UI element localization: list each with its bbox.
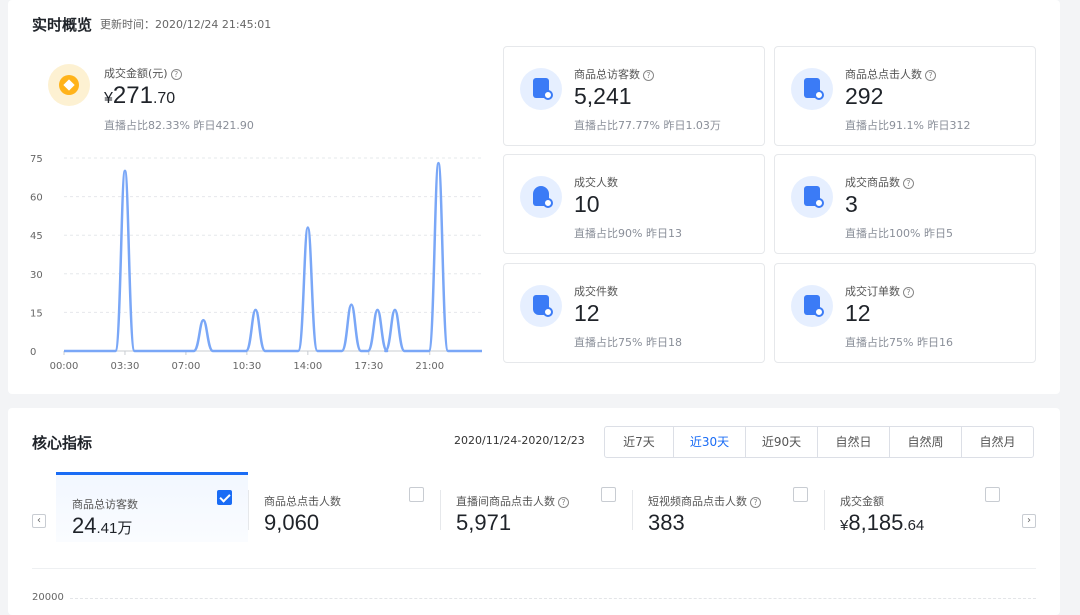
prev-arrow-icon[interactable]: ‹ [32,514,46,528]
metric-value: 9,060 [264,510,320,535]
updated-time: 更新时间：2020/12/24 21:45:01 [100,18,272,31]
amount-label: 成交金额(元)? [104,62,182,81]
amount-sub: 直播占比82.33% 昨日421.90 [104,119,254,132]
metric-card: 成交件数 12 直播占比75% 昨日18 [503,263,765,363]
metric-card: 商品总访客数? 5,241 直播占比77.77% 昨日1.03万 [503,46,765,146]
card-sub: 直播占比90% 昨日13 [574,227,682,240]
y-tick-label: 45 [30,231,43,242]
core-metrics-panel: 核心指标 2020/11/24-2020/12/23 近7天 近30天 近90天 自然… [8,408,1060,615]
card-value: 292 [845,83,884,109]
x-tick-label: 03:30 [111,361,140,372]
tab-date-range[interactable]: 近90天 [745,427,817,457]
metric-tile[interactable]: 成交金额 ¥8,185.64 [824,472,1016,542]
tab-date-range[interactable]: 自然日 [817,427,889,457]
metric-card: 成交人数 10 直播占比90% 昨日13 [503,154,765,254]
realtime-title: 实时概览 [32,16,93,34]
metric-checkbox[interactable] [793,487,808,502]
help-icon[interactable]: ? [903,178,914,189]
bag-icon [520,285,562,327]
gridline [70,598,1036,599]
divider [32,568,1036,569]
tab-date-range[interactable]: 自然月 [961,427,1033,457]
card-value: 10 [574,191,600,217]
order-icon [791,285,833,327]
y-tick-label: 60 [30,193,43,204]
divider [248,490,249,530]
metric-tile[interactable]: 短视频商品点击人数? 383 [632,472,824,542]
card-label: 商品总访客数? [574,63,654,82]
card-value: 5,241 [574,83,632,109]
metric-card: 成交订单数? 12 直播占比75% 昨日16 [774,263,1036,363]
buyer-icon [520,176,562,218]
divider [824,490,825,530]
metric-label: 成交金额 [840,495,884,508]
card-label: 商品总点击人数? [845,63,936,82]
metric-tile[interactable]: 商品总访客数 24.41万 [56,472,248,542]
metric-label: 短视频商品点击人数? [648,490,761,509]
help-icon[interactable]: ? [903,287,914,298]
core-title: 核心指标 [32,434,93,452]
tab-date-range[interactable]: 近30天 [673,427,745,457]
x-tick-label: 21:00 [415,361,444,372]
coin-icon [48,64,90,106]
metric-checkbox[interactable] [409,487,424,502]
tab-date-range[interactable]: 自然周 [889,427,961,457]
series-line [64,161,482,353]
realtime-line-chart: 0 15 30 45 60 75 00:00 03:30 07:00 10:30 14:00 17:3… [30,154,482,372]
help-icon[interactable]: ? [750,497,761,508]
y-tick-label: 0 [30,347,36,358]
tab-date-range[interactable]: 近7天 [605,427,673,457]
metric-card: 成交商品数? 3 直播占比100% 昨日5 [774,154,1036,254]
amount-value: ¥271.70 [104,82,176,109]
divider [440,490,441,530]
card-value: 3 [845,191,858,217]
date-range: 2020/11/24-2020/12/23 [454,434,585,447]
metric-card: 商品总点击人数? 292 直播占比91.1% 昨日312 [774,46,1036,146]
help-icon[interactable]: ? [925,70,936,81]
date-tabs: 近7天 近30天 近90天 自然日 自然周 自然月 [604,426,1034,458]
card-label: 成交件数 [574,285,618,298]
metric-label: 商品总访客数 [72,498,138,511]
help-icon[interactable]: ? [643,70,654,81]
metric-checkbox[interactable] [985,487,1000,502]
y-tick-label: 20000 [32,592,64,603]
divider [632,490,633,530]
help-icon[interactable]: ? [170,69,182,80]
card-sub: 直播占比100% 昨日5 [845,227,953,240]
card-sub: 直播占比75% 昨日18 [574,336,682,349]
metric-tile[interactable]: 商品总点击人数 9,060 [248,472,440,542]
x-tick-label: 17:30 [354,361,383,372]
metric-value: 24.41万 [72,513,133,538]
metric-checkbox[interactable] [217,490,232,505]
y-tick-label: 15 [30,308,43,319]
x-tick-label: 07:00 [172,361,201,372]
click-user-icon [791,68,833,110]
x-tick-label: 14:00 [293,361,322,372]
card-label: 成交人数 [574,176,618,189]
metric-value: 383 [648,510,685,535]
card-label: 成交订单数? [845,280,914,299]
metric-value: ¥8,185.64 [840,510,925,535]
visitor-icon [520,68,562,110]
metric-label: 直播间商品点击人数? [456,490,569,509]
metric-tile[interactable]: 直播间商品点击人数? 5,971 [440,472,632,542]
metric-label: 商品总点击人数 [264,495,341,508]
card-value: 12 [574,300,600,326]
product-icon [791,176,833,218]
x-tick-label: 00:00 [50,361,79,372]
y-tick-label: 75 [30,154,43,165]
realtime-overview-panel: 实时概览 更新时间：2020/12/24 21:45:01 成交金额(元)? ¥… [8,0,1060,394]
help-icon[interactable]: ? [558,497,569,508]
metric-value: 5,971 [456,510,512,535]
next-arrow-icon[interactable]: › [1022,514,1036,528]
card-sub: 直播占比91.1% 昨日312 [845,119,971,132]
card-label: 成交商品数? [845,171,914,190]
card-value: 12 [845,300,871,326]
card-sub: 直播占比77.77% 昨日1.03万 [574,119,721,132]
x-tick-label: 10:30 [232,361,261,372]
y-tick-label: 30 [30,270,43,281]
metric-checkbox[interactable] [601,487,616,502]
card-sub: 直播占比75% 昨日16 [845,336,953,349]
